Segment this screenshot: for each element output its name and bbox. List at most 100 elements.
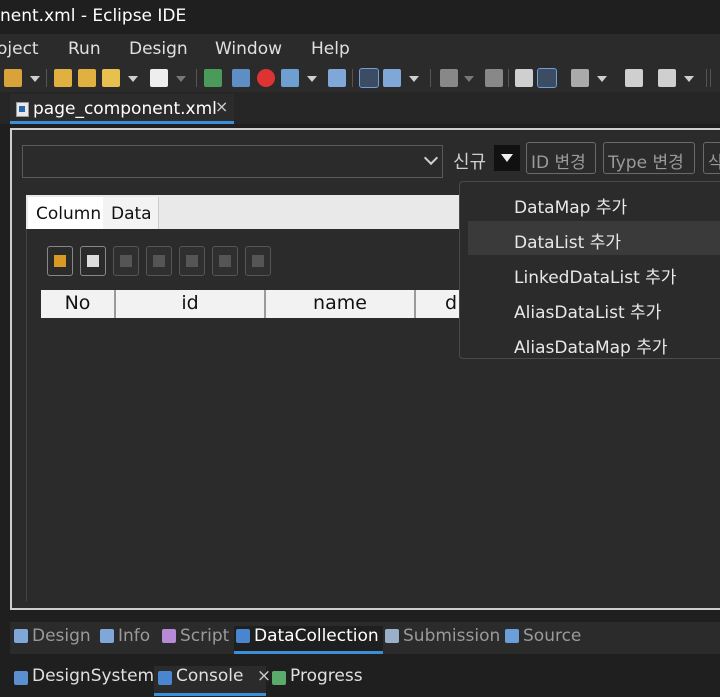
editor-tab-strip: page_component.xml × [0,92,720,124]
change-id-button[interactable]: ID 변경 [526,142,596,174]
main-toolbar [0,64,720,92]
tab-submission-label: Submission [403,626,501,646]
change-type-button[interactable]: Type 변경 [603,142,695,174]
checklist-icon[interactable] [537,68,557,88]
tab-info-label: Info [118,626,151,646]
panel-icon[interactable] [625,69,643,87]
design-system-icon [14,671,28,685]
xml-file-icon [16,102,29,117]
source-code-icon [505,629,519,643]
new-dropdown-button[interactable] [494,145,520,171]
select-frame-icon[interactable] [359,68,379,88]
header-no[interactable]: No [41,290,116,318]
editor-bottom-tabs: Design Info Script DataCollection Submis… [10,622,720,654]
editor-tab-page-component[interactable]: page_component.xml × [10,94,234,124]
tab-progress[interactable]: Progress [268,666,368,696]
grid-icon[interactable] [658,69,676,87]
tab-datacollection-label: DataCollection [254,626,379,646]
tab-console[interactable]: Console × [154,666,271,696]
back-history-icon[interactable] [54,69,72,87]
tab-script[interactable]: Script [160,626,229,654]
arrow-left-icon[interactable] [102,69,120,87]
toolbar-separator [196,69,197,87]
toolbar-separator [710,69,711,87]
column-table-header: No id name d [41,290,461,318]
delete-button[interactable]: 삭 [703,142,720,174]
data-collection-combo[interactable] [22,145,443,178]
tab-designsystem[interactable]: DesignSystem [10,666,155,696]
header-name[interactable]: name [266,290,416,318]
dropdown-arrow-icon[interactable] [409,76,419,82]
menu-bar: oject Run Design Window Help [0,34,720,64]
tab-progress-label: Progress [290,666,363,686]
new-label: 신규 [453,152,487,173]
toolbar-separator [706,69,707,87]
window-icon[interactable] [281,69,299,87]
list-icon[interactable] [383,69,401,87]
header-id[interactable]: id [116,290,266,318]
record-icon[interactable] [257,69,275,87]
menu-item-datamap[interactable]: DataMap 추가 [468,186,720,220]
mobile-icon[interactable] [571,69,589,87]
menu-design[interactable]: Design [129,39,188,59]
menu-help[interactable]: Help [311,39,350,59]
export-icon[interactable] [204,69,222,87]
dropdown-arrow-icon[interactable] [307,76,317,82]
dropdown-arrow-icon[interactable] [597,76,607,82]
toolbar-separator [508,69,509,87]
tab-source[interactable]: Source [503,626,581,654]
editor-tab-label: page_component.xml [33,99,217,119]
move-down-icon [245,246,271,276]
dropdown-arrow-icon [464,76,474,82]
toolbar-separator [430,69,431,87]
script-icon [162,629,176,643]
forward-history-icon[interactable] [78,69,96,87]
tab-datacollection[interactable]: DataCollection [234,626,383,654]
arrow-right-icon[interactable] [150,69,168,87]
database-icon [236,629,250,643]
design-icon [14,629,28,643]
tab-script-label: Script [180,626,230,646]
menu-item-datalist[interactable]: DataList 추가 [468,221,720,255]
menu-project[interactable]: oject [0,39,39,59]
console-icon [158,671,172,685]
info-icon [100,629,114,643]
remove-column-icon [146,246,172,276]
dropdown-arrow-icon[interactable] [684,76,694,82]
menu-item-aliasdatalist[interactable]: AliasDataList 추가 [468,291,720,325]
layout-icon[interactable] [328,69,346,87]
tab-source-label: Source [523,626,582,646]
tab-design[interactable]: Design [12,626,91,654]
tab-submission[interactable]: Submission [383,626,500,654]
tab-console-label: Console [176,666,244,686]
tab-design-label: Design [32,626,91,646]
refresh-icon[interactable] [47,246,73,276]
submission-icon [385,629,399,643]
tab-column[interactable]: Column [28,197,108,229]
brush-icon[interactable] [4,69,22,87]
lightbulb-off-icon[interactable] [485,69,503,87]
move-up-icon [212,246,238,276]
chevron-down-icon[interactable] [423,150,439,166]
dropdown-arrow-icon[interactable] [128,76,138,82]
tab-data[interactable]: Data [103,197,159,229]
tab-info[interactable]: Info [98,626,150,654]
window-title-bar: nent.xml - Eclipse IDE [0,0,720,34]
toolbar-separator [46,69,47,87]
close-icon[interactable]: × [215,97,228,116]
menu-run[interactable]: Run [68,39,101,59]
toolbar-separator [352,69,353,87]
view-tab-strip: DesignSystem Console × Progress [0,654,720,697]
dropdown-arrow-icon[interactable] [30,76,40,82]
progress-icon [272,671,286,685]
window-title: nent.xml - Eclipse IDE [0,6,187,26]
menu-window[interactable]: Window [215,39,282,59]
document-icon[interactable] [515,69,533,87]
new-menu-popup: DataMap 추가 DataList 추가 LinkedDataList 추가… [459,181,720,359]
preview-icon[interactable] [232,69,250,87]
menu-item-aliasdatamap[interactable]: AliasDataMap 추가 [468,326,720,360]
lightbulb-icon[interactable] [440,69,458,87]
tab-designsystem-label: DesignSystem [32,666,155,686]
table-icon[interactable] [80,246,106,276]
menu-item-linkeddatalist[interactable]: LinkedDataList 추가 [468,256,720,290]
